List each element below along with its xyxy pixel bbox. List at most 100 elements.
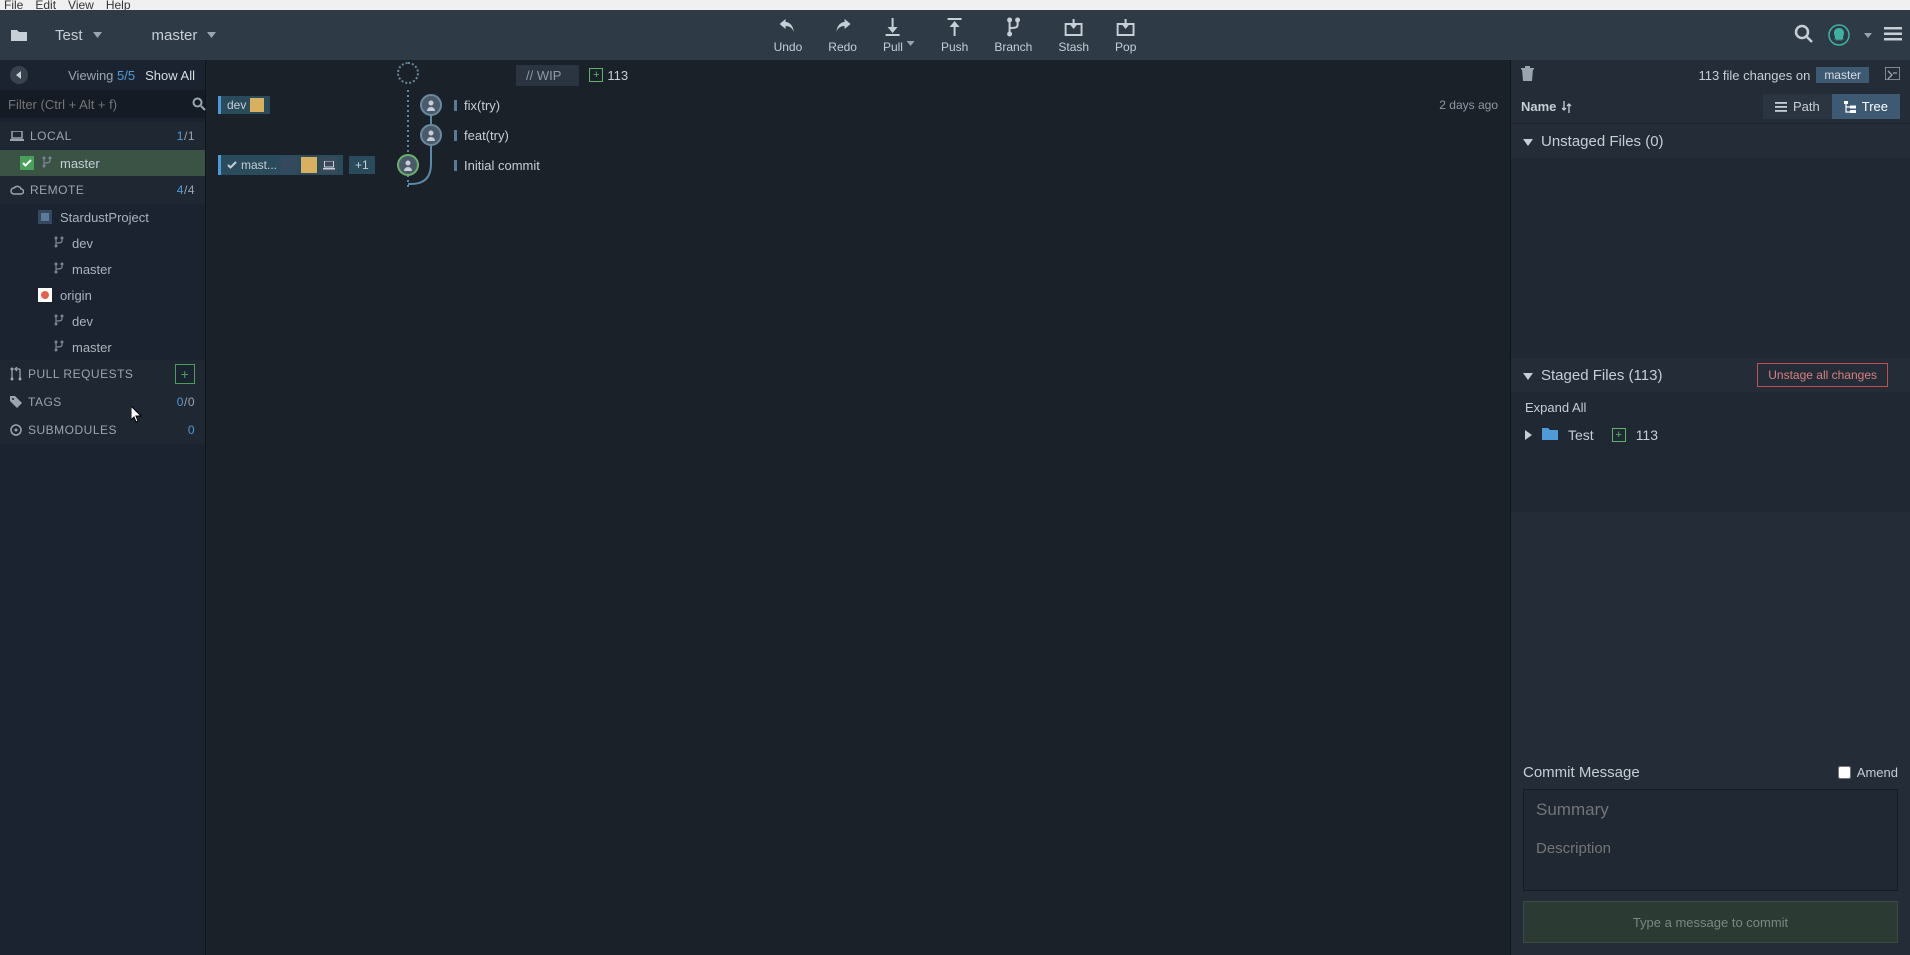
redo-button[interactable]: Redo bbox=[828, 16, 857, 54]
stash-label: Stash bbox=[1058, 40, 1089, 54]
tree-icon bbox=[1844, 101, 1856, 113]
file-changes-text: 113 file changes on bbox=[1699, 68, 1811, 83]
remote-origin[interactable]: origin bbox=[0, 282, 205, 308]
expand-all-button[interactable]: Expand All bbox=[1511, 392, 1910, 423]
search-button[interactable] bbox=[1794, 24, 1814, 47]
check-icon bbox=[227, 161, 237, 169]
view-tree-button[interactable]: Tree bbox=[1832, 94, 1900, 119]
check-icon bbox=[20, 156, 34, 170]
staged-header[interactable]: Staged Files (113) Unstage all changes bbox=[1511, 358, 1910, 392]
staged-title: Staged Files (113) bbox=[1541, 367, 1662, 384]
discard-button[interactable] bbox=[1521, 66, 1534, 84]
summary-input[interactable] bbox=[1524, 790, 1897, 830]
remote-label: StardustProject bbox=[60, 210, 149, 225]
undo-label: Undo bbox=[774, 40, 803, 54]
list-icon bbox=[1775, 102, 1787, 112]
chevron-down-icon bbox=[207, 32, 216, 38]
branch-icon bbox=[1005, 16, 1021, 38]
remote-origin-dev[interactable]: dev bbox=[0, 308, 205, 334]
section-prs-label: PULL REQUESTS bbox=[28, 367, 133, 381]
show-all-button[interactable]: Show All bbox=[145, 68, 195, 83]
commit-message: Initial commit bbox=[464, 158, 540, 173]
unstage-all-button[interactable]: Unstage all changes bbox=[1757, 363, 1888, 387]
tag-icon bbox=[10, 396, 22, 408]
remote-branch-label: master bbox=[72, 340, 112, 355]
branch-button[interactable]: Branch bbox=[994, 16, 1032, 54]
commit-node[interactable] bbox=[420, 94, 442, 116]
crumb-branch[interactable]: master bbox=[134, 10, 235, 60]
section-tags[interactable]: TAGS 0/0 bbox=[0, 388, 205, 416]
commit-node[interactable] bbox=[420, 124, 442, 146]
remote-stardust[interactable]: StardustProject bbox=[0, 204, 205, 230]
redo-label: Redo bbox=[828, 40, 857, 54]
commit-button[interactable]: Type a message to commit bbox=[1523, 901, 1898, 943]
branch-icon bbox=[42, 156, 52, 171]
stage-all-button[interactable] bbox=[1885, 67, 1900, 83]
section-remote-label: REMOTE bbox=[30, 183, 84, 197]
avatar-icon bbox=[301, 157, 317, 173]
back-button[interactable] bbox=[10, 66, 28, 84]
wip-node[interactable] bbox=[397, 62, 419, 84]
amend-input[interactable] bbox=[1838, 766, 1851, 779]
folder-button[interactable] bbox=[0, 10, 37, 60]
section-submodules[interactable]: SUBMODULES 0 bbox=[0, 416, 205, 444]
search-icon[interactable] bbox=[192, 97, 206, 111]
section-local[interactable]: LOCAL 1/1 bbox=[0, 122, 205, 150]
commit-row[interactable]: feat(try) bbox=[206, 120, 1510, 150]
pop-button[interactable]: Pop bbox=[1115, 16, 1136, 54]
section-local-label: LOCAL bbox=[30, 129, 72, 143]
menu-button[interactable] bbox=[1884, 27, 1902, 44]
unstaged-header[interactable]: Unstaged Files (0) bbox=[1511, 124, 1910, 158]
pull-label: Pull bbox=[883, 40, 903, 54]
remote-stardust-master[interactable]: master bbox=[0, 256, 205, 282]
section-remote[interactable]: REMOTE 4/4 bbox=[0, 176, 205, 204]
wip-count: + 113 bbox=[589, 68, 628, 83]
remote-label: origin bbox=[60, 288, 92, 303]
profile-caret-icon[interactable] bbox=[1864, 33, 1872, 38]
caret-down-icon bbox=[1523, 367, 1533, 384]
stash-button[interactable]: Stash bbox=[1058, 16, 1089, 54]
wip-label[interactable]: // WIP bbox=[516, 65, 579, 86]
filter-input[interactable] bbox=[0, 97, 192, 112]
remote-stardust-dev[interactable]: dev bbox=[0, 230, 205, 256]
chevron-right-icon bbox=[1525, 427, 1532, 443]
amend-checkbox[interactable]: Amend bbox=[1838, 765, 1898, 780]
commit-message: feat(try) bbox=[464, 128, 509, 143]
extra-count[interactable]: +1 bbox=[349, 156, 375, 174]
view-toggle: Path Tree bbox=[1763, 94, 1900, 119]
topbar: Test master Undo Redo Pull Push bbox=[0, 10, 1910, 60]
remote-origin-master[interactable]: master bbox=[0, 334, 205, 360]
graph-area[interactable]: dev fix(try) 2 days ago feat(try) mast..… bbox=[206, 90, 1510, 955]
breadcrumb: Test master bbox=[37, 10, 234, 60]
section-pull-requests[interactable]: PULL REQUESTS + bbox=[0, 360, 205, 388]
push-button[interactable]: Push bbox=[941, 16, 968, 54]
crumb-branch-label: master bbox=[152, 27, 198, 44]
branch-tag-master[interactable]: mast... bbox=[218, 155, 343, 175]
unstaged-title: Unstaged Files (0) bbox=[1541, 133, 1664, 150]
branch-tag-dev[interactable]: dev bbox=[218, 96, 270, 114]
laptop-icon bbox=[10, 131, 24, 142]
pr-icon bbox=[10, 367, 22, 381]
description-input[interactable] bbox=[1524, 830, 1897, 867]
commit-date: 2 days ago bbox=[1439, 98, 1498, 112]
sort-name[interactable]: Name bbox=[1521, 99, 1572, 114]
redo-icon bbox=[833, 16, 853, 38]
pr-add-button[interactable]: + bbox=[175, 364, 195, 384]
chevron-down-icon bbox=[93, 32, 102, 38]
commit-row[interactable]: mast... +1 Initial commit bbox=[206, 150, 1510, 180]
crumb-repo[interactable]: Test bbox=[37, 10, 120, 60]
commit-node[interactable] bbox=[397, 154, 419, 176]
cloud-icon bbox=[10, 185, 24, 195]
local-branch-master[interactable]: master bbox=[0, 150, 205, 176]
pull-button[interactable]: Pull bbox=[883, 16, 903, 54]
branch-icon bbox=[54, 262, 64, 277]
sort-icon bbox=[1562, 101, 1572, 113]
profile-icon[interactable] bbox=[1826, 22, 1852, 48]
pull-caret-icon[interactable] bbox=[907, 41, 915, 46]
graph-panel: // WIP + 113 dev fix(try) 2 days ago bbox=[206, 60, 1510, 955]
tree-item[interactable]: Test + 113 bbox=[1511, 423, 1910, 447]
undo-button[interactable]: Undo bbox=[774, 16, 803, 54]
view-path-button[interactable]: Path bbox=[1763, 94, 1832, 119]
commit-row[interactable]: dev fix(try) 2 days ago bbox=[206, 90, 1510, 120]
branch-icon bbox=[54, 340, 64, 355]
